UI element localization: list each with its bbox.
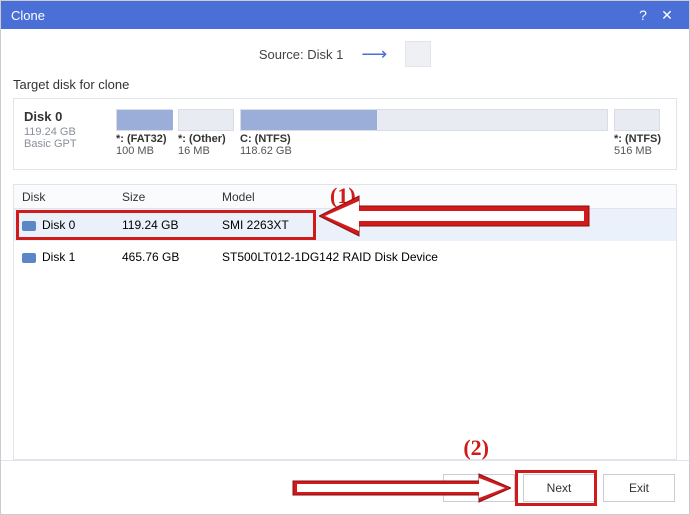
disk-map-partitions: *: (FAT32)100 MB*: (Other)16 MBC: (NTFS)… — [116, 109, 666, 157]
back-button[interactable]: Back — [443, 474, 515, 502]
partition[interactable]: *: (FAT32)100 MB — [116, 109, 172, 157]
cell-model: ST500LT012-1DG142 RAID Disk Device — [214, 250, 676, 264]
partition[interactable]: C: (NTFS)118.62 GB — [240, 109, 608, 157]
partition-label: C: (NTFS) — [240, 133, 608, 145]
col-disk: Disk — [14, 190, 114, 204]
cell-disk: Disk 1 — [14, 250, 114, 264]
help-icon[interactable]: ? — [631, 7, 655, 23]
disk-map-name: Disk 0 — [24, 109, 108, 124]
table-row[interactable]: Disk 1465.76 GBST500LT012-1DG142 RAID Di… — [14, 241, 676, 273]
titlebar: Clone ? ✕ — [1, 1, 689, 29]
partition-size: 16 MB — [178, 145, 234, 157]
partition-size: 118.62 GB — [240, 145, 608, 157]
partition-label: *: (NTFS) — [614, 133, 660, 145]
body: Source: Disk 1 ⟶ Target disk for clone D… — [1, 29, 689, 460]
footer: Back Next Exit (2) — [1, 460, 689, 514]
partition-label: *: (Other) — [178, 133, 234, 145]
cell-size: 465.76 GB — [114, 250, 214, 264]
next-button[interactable]: Next — [523, 474, 595, 502]
partition-bar — [614, 109, 660, 131]
partition-bar — [240, 109, 608, 131]
arrow-right-icon: ⟶ — [361, 44, 387, 65]
clone-window: Clone ? ✕ Source: Disk 1 ⟶ Target disk f… — [0, 0, 690, 515]
disk-icon — [22, 253, 36, 263]
disk-map-info: Disk 0 119.24 GB Basic GPT — [24, 109, 108, 150]
disk-map-type: Basic GPT — [24, 138, 108, 150]
col-size: Size — [114, 190, 214, 204]
table-header: Disk Size Model — [14, 185, 676, 209]
cell-size: 119.24 GB — [114, 218, 214, 232]
partition[interactable]: *: (Other)16 MB — [178, 109, 234, 157]
disk-icon — [22, 221, 36, 231]
exit-button[interactable]: Exit — [603, 474, 675, 502]
col-model: Model — [214, 190, 676, 204]
partition-size: 516 MB — [614, 145, 660, 157]
source-label: Source: Disk 1 — [259, 47, 344, 62]
table-body: Disk 0119.24 GBSMI 2263XTDisk 1465.76 GB… — [14, 209, 676, 273]
disk-map: Disk 0 119.24 GB Basic GPT *: (FAT32)100… — [13, 98, 677, 170]
destination-placeholder — [405, 41, 431, 67]
partition-label: *: (FAT32) — [116, 133, 172, 145]
target-label: Target disk for clone — [13, 77, 677, 92]
window-title: Clone — [11, 8, 45, 23]
cell-model: SMI 2263XT — [214, 218, 676, 232]
source-row: Source: Disk 1 ⟶ — [13, 39, 677, 69]
table-row[interactable]: Disk 0119.24 GBSMI 2263XT — [14, 209, 676, 241]
disk-map-size: 119.24 GB — [24, 126, 108, 138]
partition-bar — [178, 109, 234, 131]
partition[interactable]: *: (NTFS)516 MB — [614, 109, 660, 157]
disk-table: Disk Size Model Disk 0119.24 GBSMI 2263X… — [13, 184, 677, 460]
cell-disk: Disk 0 — [14, 218, 114, 232]
close-icon[interactable]: ✕ — [655, 7, 679, 24]
partition-bar — [116, 109, 172, 131]
partition-size: 100 MB — [116, 145, 172, 157]
